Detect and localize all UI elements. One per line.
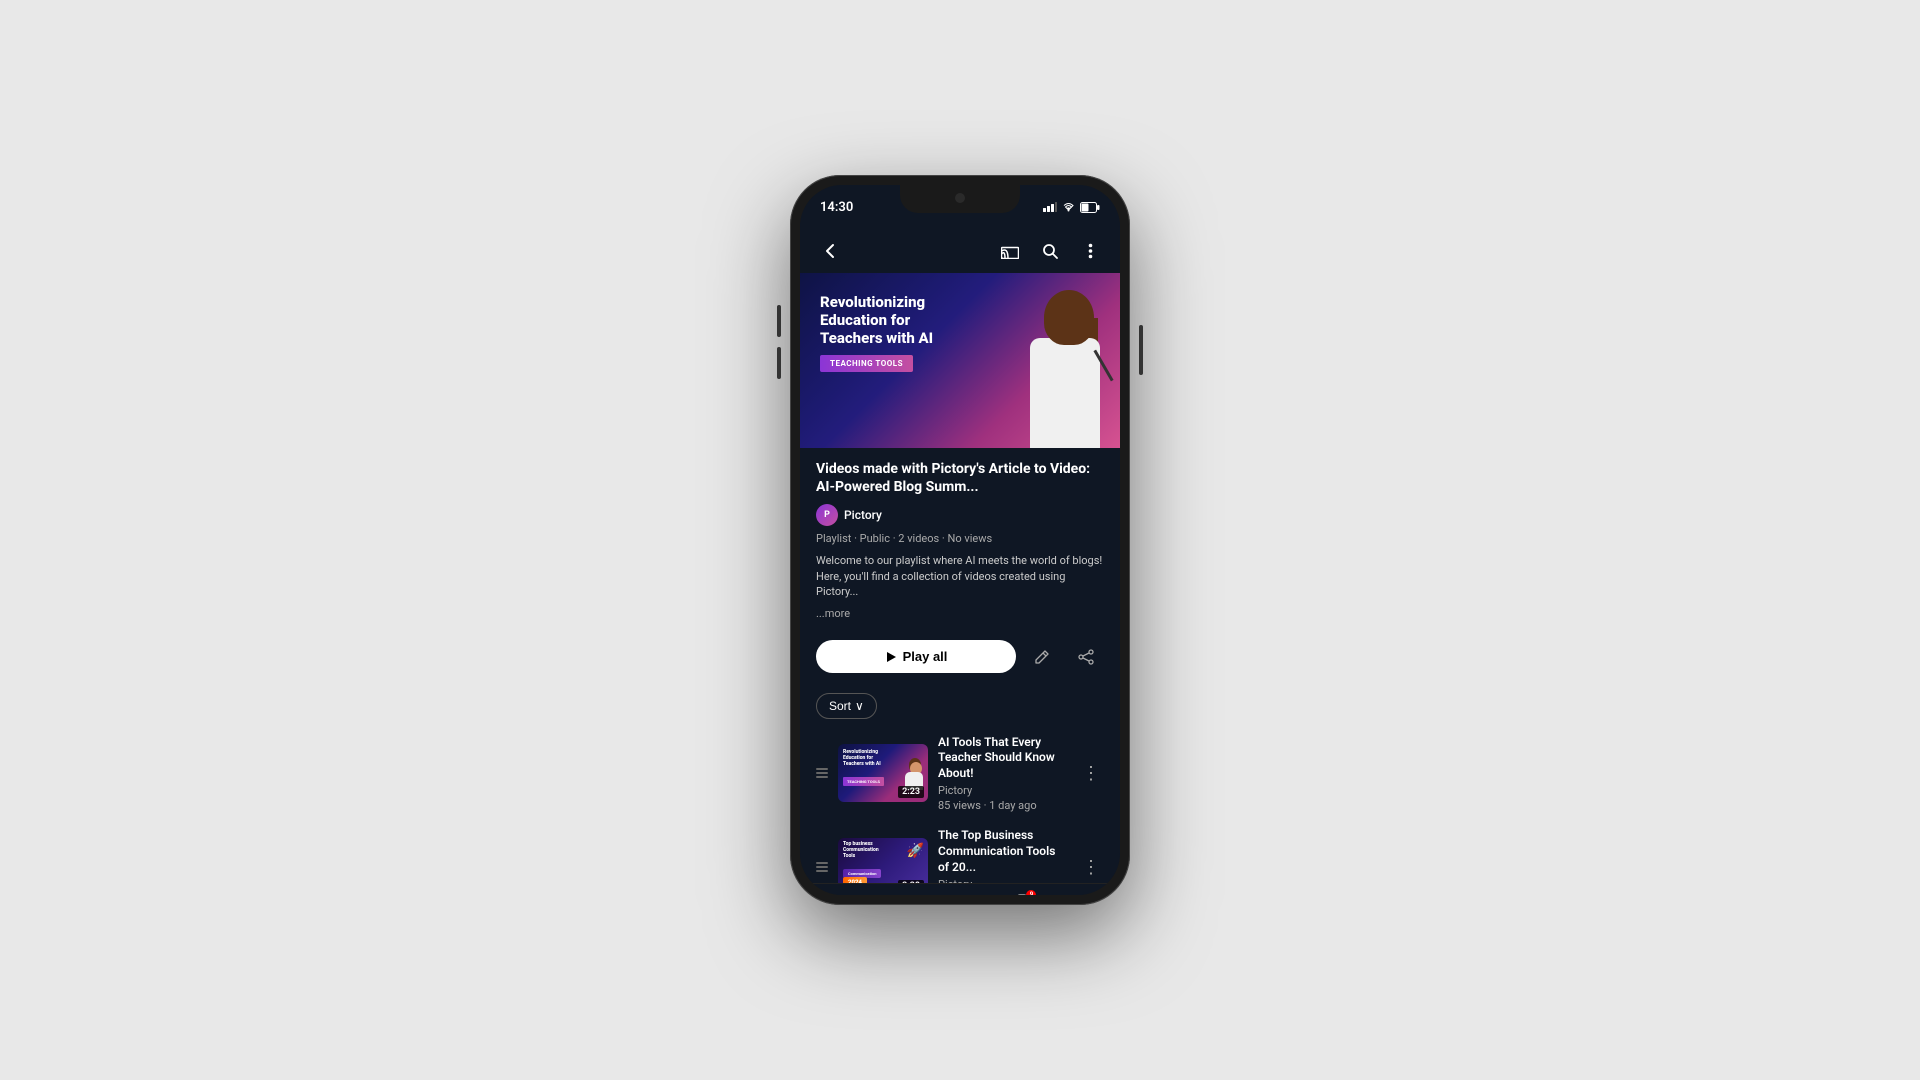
channel-avatar: P xyxy=(816,504,838,526)
tab-home[interactable]: Home xyxy=(804,892,866,896)
status-icons xyxy=(1043,202,1100,213)
playlist-meta: Playlist · Public · 2 videos · No views xyxy=(816,532,1104,545)
share-icon xyxy=(1078,649,1094,665)
battery-icon xyxy=(1080,202,1100,213)
subscriptions-icon: 9 xyxy=(1012,894,1032,896)
tab-you[interactable]: You xyxy=(1054,891,1116,896)
share-button[interactable] xyxy=(1068,639,1104,675)
sort-bar: Sort ∨ xyxy=(800,685,1120,727)
video-list: Revolutionizing Education for Teachers w… xyxy=(800,727,1120,883)
vol-down-button[interactable] xyxy=(777,347,781,379)
channel-row: P Pictory xyxy=(816,504,1104,526)
content-area[interactable]: Revolutionizing Education for Teachers w… xyxy=(800,273,1120,883)
person-body xyxy=(1030,338,1100,448)
you-avatar xyxy=(1074,895,1096,896)
thumb2-title: Top businessCommunicationTools xyxy=(843,841,879,859)
thumb2-rocket: 🚀 xyxy=(907,843,924,859)
more-link[interactable]: ...more xyxy=(816,607,850,620)
person-illustration xyxy=(1015,288,1110,448)
action-bar: Play all xyxy=(800,629,1120,685)
subscription-badge: 9 xyxy=(1026,890,1036,896)
video-title-2: The Top Business Communication Tools of … xyxy=(938,828,1068,875)
video-item-2[interactable]: Top businessCommunicationTools Communica… xyxy=(800,820,1120,883)
video-info-1: AI Tools That Every Teacher Should Know … xyxy=(938,735,1068,813)
thumb2-year: 2024 xyxy=(843,877,867,883)
hero-text-block: Revolutionizing Education for Teachers w… xyxy=(820,293,965,372)
cast-button[interactable] xyxy=(996,237,1024,265)
thumb-duration-2: 3:38 xyxy=(898,880,924,883)
thumb-duration-1: 2:23 xyxy=(898,786,924,798)
status-time: 14:30 xyxy=(820,200,853,215)
hero-thumbnail: Revolutionizing Education for Teachers w… xyxy=(800,273,1120,448)
play-icon xyxy=(885,651,897,663)
video-channel-2: Pictory xyxy=(938,878,1068,883)
video-channel-1: Pictory xyxy=(938,784,1068,797)
video-thumbnail-1[interactable]: Revolutionizing Education for Teachers w… xyxy=(838,744,928,802)
phone-frame: 14:30 xyxy=(790,175,1130,905)
video-title-1: AI Tools That Every Teacher Should Know … xyxy=(938,735,1068,782)
back-button[interactable] xyxy=(816,237,844,265)
notch xyxy=(900,185,1020,213)
video-more-button-2[interactable]: ⋮ xyxy=(1078,853,1104,882)
camera xyxy=(955,193,965,203)
nav-action-icons xyxy=(996,237,1104,265)
person-hair xyxy=(1044,290,1094,345)
hero-tag: TEACHING TOOLS xyxy=(820,355,913,372)
video-info-2: The Top Business Communication Tools of … xyxy=(938,828,1068,883)
hero-main-title: Revolutionizing Education for Teachers w… xyxy=(820,293,965,347)
playlist-info: Videos made with Pictory's Article to Vi… xyxy=(800,448,1120,629)
thumb-mini-title-1: Revolutionizing Education for Teachers w… xyxy=(843,749,893,767)
video-more-button-1[interactable]: ⋮ xyxy=(1078,759,1104,788)
more-button[interactable] xyxy=(1076,237,1104,265)
drag-handle-2 xyxy=(816,862,828,872)
drag-handle xyxy=(816,768,828,778)
signal-icon xyxy=(1043,202,1057,212)
edit-icon xyxy=(1034,649,1050,665)
playlist-title: Videos made with Pictory's Article to Vi… xyxy=(816,460,1104,496)
edit-button[interactable] xyxy=(1024,639,1060,675)
thumb-tag-1: TEACHING TOOLS xyxy=(843,777,884,786)
video-item[interactable]: Revolutionizing Education for Teachers w… xyxy=(800,727,1120,821)
power-button[interactable] xyxy=(1139,325,1143,375)
channel-name: Pictory xyxy=(844,508,882,522)
playlist-description: Welcome to our playlist where AI meets t… xyxy=(816,553,1104,599)
search-button[interactable] xyxy=(1036,237,1064,265)
sort-button[interactable]: Sort ∨ xyxy=(816,693,877,719)
tab-shorts[interactable]: Shorts xyxy=(866,892,928,896)
bottom-nav: Home Shorts + xyxy=(800,883,1120,895)
video-stats-1: 85 views · 1 day ago xyxy=(938,799,1068,812)
phone-screen: 14:30 xyxy=(800,185,1120,895)
play-all-button[interactable]: Play all xyxy=(816,640,1016,673)
video-thumbnail-2[interactable]: Top businessCommunicationTools Communica… xyxy=(838,838,928,883)
tab-subscriptions[interactable]: 9 Subscriptions xyxy=(991,890,1053,896)
wifi-icon xyxy=(1062,202,1075,212)
vol-up-button[interactable] xyxy=(777,305,781,337)
top-nav xyxy=(800,229,1120,273)
